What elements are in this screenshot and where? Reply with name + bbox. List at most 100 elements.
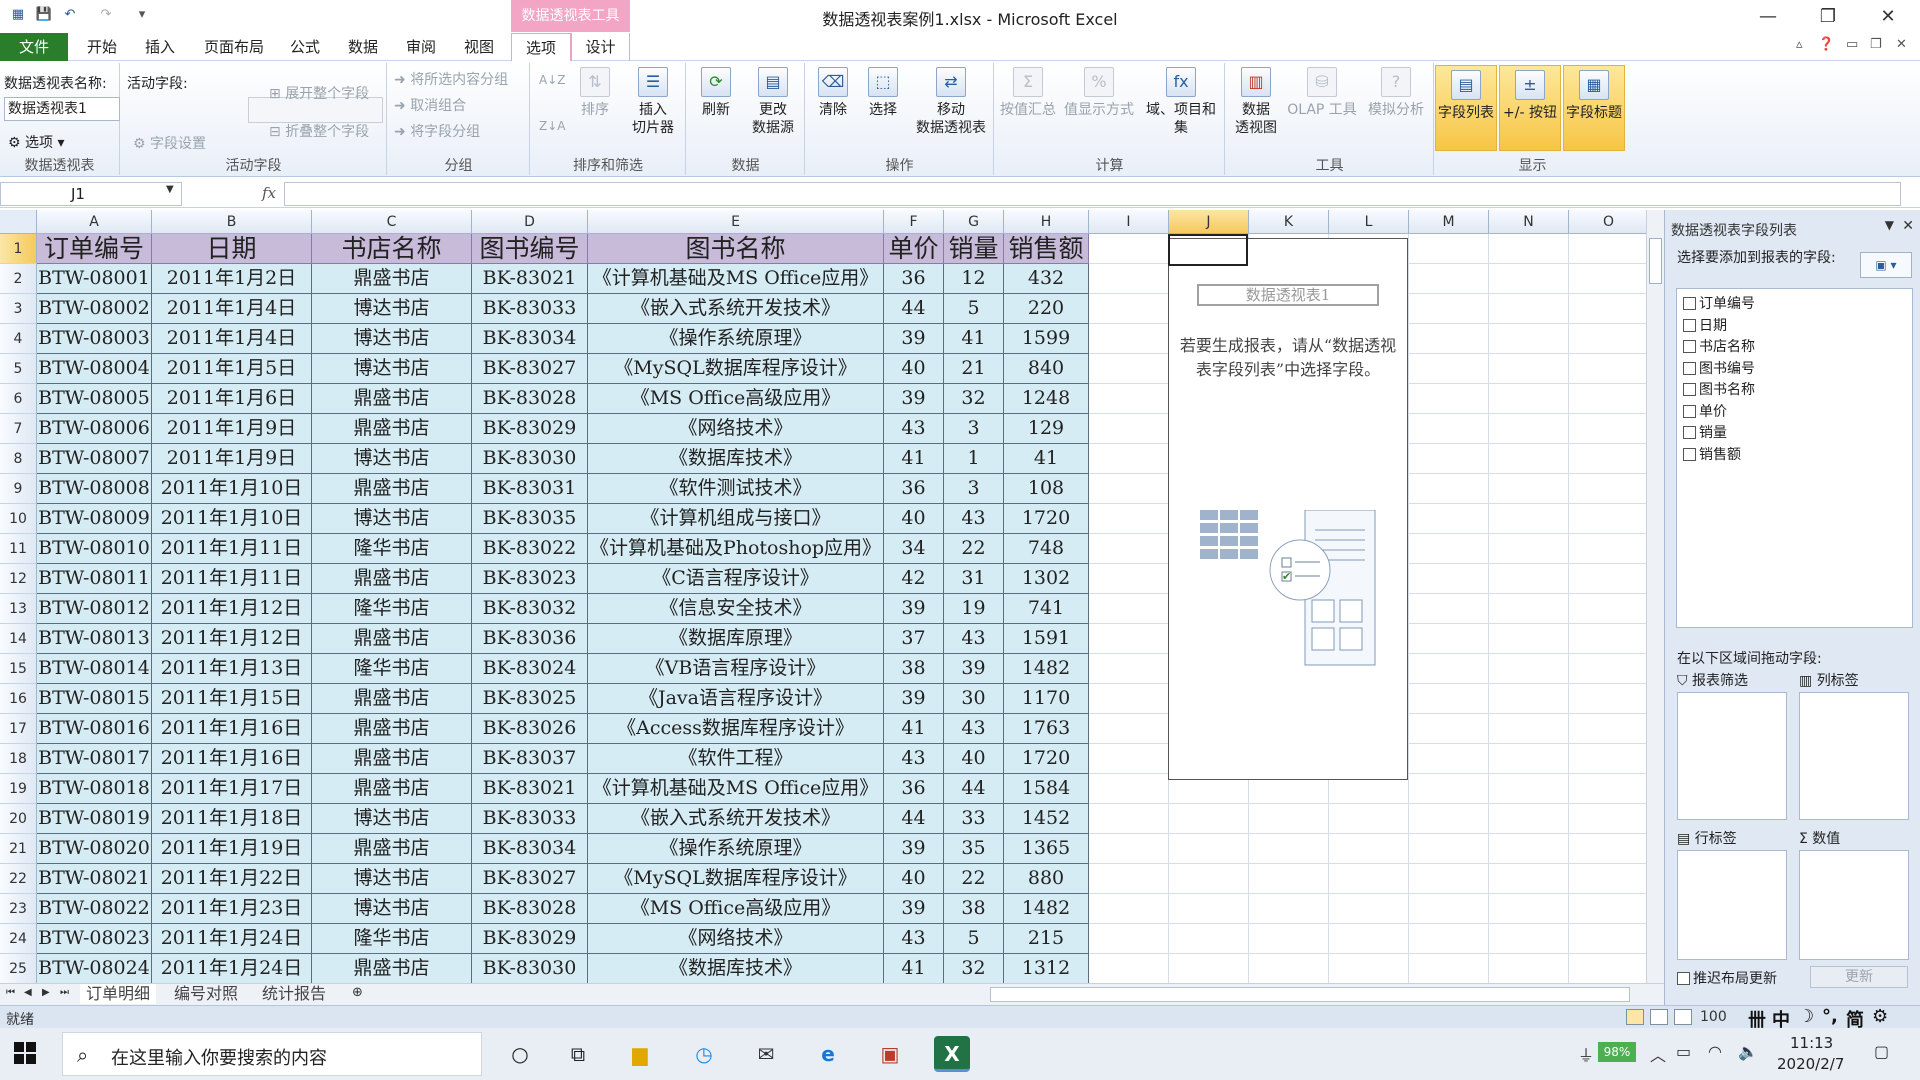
table-cell[interactable]: BTW-08001	[37, 264, 152, 294]
table-header-cell[interactable]: 销售额	[1004, 234, 1089, 264]
empty-cell[interactable]	[1409, 924, 1489, 954]
table-cell[interactable]: 22	[944, 864, 1004, 894]
table-cell[interactable]: 21	[944, 354, 1004, 384]
table-cell[interactable]: 鼎盛书店	[312, 834, 472, 864]
sort-button[interactable]: ⇅ 排序	[573, 67, 617, 119]
table-cell[interactable]: 5	[944, 294, 1004, 324]
table-cell[interactable]: BK-83034	[472, 834, 588, 864]
empty-cell[interactable]	[1089, 384, 1169, 414]
pivot-chart-button[interactable]: ▥ 数据 透视图	[1230, 67, 1282, 137]
table-cell[interactable]: BK-83030	[472, 444, 588, 474]
empty-cell[interactable]	[1089, 864, 1169, 894]
empty-cell[interactable]	[1569, 894, 1649, 924]
empty-cell[interactable]	[1409, 234, 1489, 264]
active-cell-cursor[interactable]	[1168, 234, 1248, 266]
row-header[interactable]: 15	[0, 654, 37, 684]
table-cell[interactable]: BK-83027	[472, 354, 588, 384]
empty-cell[interactable]	[1489, 954, 1569, 983]
sheet-tab-orders[interactable]: 订单明细	[80, 984, 157, 1004]
pivot-name-input[interactable]: 数据透视表1	[4, 97, 120, 121]
restore-button[interactable]: ❐	[1800, 2, 1856, 32]
empty-cell[interactable]	[1489, 804, 1569, 834]
table-cell[interactable]: 43	[884, 744, 944, 774]
empty-cell[interactable]	[1249, 954, 1329, 983]
notification-icon[interactable]: ▢	[1874, 1042, 1889, 1061]
empty-cell[interactable]	[1329, 864, 1409, 894]
empty-cell[interactable]	[1169, 804, 1249, 834]
field-headers-button[interactable]: ▦ 字段标题	[1563, 65, 1625, 151]
empty-cell[interactable]	[1089, 804, 1169, 834]
table-cell[interactable]: 39	[884, 834, 944, 864]
empty-cell[interactable]	[1089, 324, 1169, 354]
empty-cell[interactable]	[1569, 414, 1649, 444]
table-cell[interactable]: 1584	[1004, 774, 1089, 804]
empty-cell[interactable]	[1569, 444, 1649, 474]
empty-cell[interactable]	[1489, 294, 1569, 324]
field-list-button[interactable]: ▤ 字段列表	[1435, 65, 1497, 151]
empty-cell[interactable]	[1569, 924, 1649, 954]
empty-cell[interactable]	[1569, 684, 1649, 714]
prev-sheet-icon[interactable]: ◀	[24, 987, 32, 998]
table-cell[interactable]: 1720	[1004, 504, 1089, 534]
clear-button[interactable]: ⌫ 清除	[810, 67, 856, 119]
tab-view[interactable]: 视图	[456, 33, 502, 61]
table-cell[interactable]: 2011年1月12日	[152, 624, 312, 654]
empty-cell[interactable]	[1569, 954, 1649, 983]
table-cell[interactable]: 41	[944, 324, 1004, 354]
table-cell[interactable]: 《MySQL数据库程序设计》	[588, 864, 884, 894]
column-header[interactable]: B	[152, 210, 312, 234]
empty-cell[interactable]	[1409, 684, 1489, 714]
normal-view-icon[interactable]	[1626, 1009, 1644, 1025]
table-cell[interactable]: 2011年1月13日	[152, 654, 312, 684]
table-cell[interactable]: 39	[884, 594, 944, 624]
table-cell[interactable]: 32	[944, 384, 1004, 414]
table-header-cell[interactable]: 图书名称	[588, 234, 884, 264]
table-cell[interactable]: 43	[884, 414, 944, 444]
table-cell[interactable]: 2011年1月2日	[152, 264, 312, 294]
taskbar-search-box[interactable]: ⌕ 在这里输入你要搜索的内容	[62, 1032, 482, 1076]
empty-cell[interactable]	[1089, 534, 1169, 564]
column-header[interactable]: A	[37, 210, 152, 234]
table-header-cell[interactable]: 单价	[884, 234, 944, 264]
table-cell[interactable]: 40	[944, 744, 1004, 774]
page-layout-view-icon[interactable]	[1650, 1009, 1668, 1025]
table-cell[interactable]: 《网络技术》	[588, 414, 884, 444]
table-cell[interactable]: 108	[1004, 474, 1089, 504]
row-header[interactable]: 22	[0, 864, 37, 894]
empty-cell[interactable]	[1409, 504, 1489, 534]
next-sheet-icon[interactable]: ▶	[42, 987, 50, 998]
row-header[interactable]: 6	[0, 384, 37, 414]
table-cell[interactable]: 38	[944, 894, 1004, 924]
table-cell[interactable]: 《嵌入式系统开发技术》	[588, 804, 884, 834]
empty-cell[interactable]	[1089, 774, 1169, 804]
empty-cell[interactable]	[1089, 594, 1169, 624]
vertical-scroll-thumb[interactable]	[1649, 238, 1662, 284]
tab-options[interactable]: 选项	[511, 33, 571, 62]
empty-cell[interactable]	[1409, 654, 1489, 684]
table-cell[interactable]: 《软件测试技术》	[588, 474, 884, 504]
empty-cell[interactable]	[1489, 864, 1569, 894]
row-header[interactable]: 23	[0, 894, 37, 924]
empty-cell[interactable]	[1409, 594, 1489, 624]
column-header[interactable]: F	[884, 210, 944, 234]
first-sheet-icon[interactable]: ⏮	[6, 987, 15, 998]
minimize-button[interactable]: —	[1740, 2, 1796, 32]
empty-cell[interactable]	[1089, 414, 1169, 444]
table-cell[interactable]: 41	[884, 954, 944, 983]
table-cell[interactable]: 19	[944, 594, 1004, 624]
save-icon[interactable]: 💾	[34, 5, 54, 25]
excel-taskbar-icon[interactable]: X	[934, 1036, 970, 1072]
empty-cell[interactable]	[1409, 324, 1489, 354]
tab-review[interactable]: 审阅	[398, 33, 444, 61]
table-cell[interactable]: 1365	[1004, 834, 1089, 864]
table-header-cell[interactable]: 订单编号	[37, 234, 152, 264]
table-cell[interactable]: BK-83028	[472, 384, 588, 414]
formula-input[interactable]	[284, 182, 1901, 206]
table-cell[interactable]: 《操作系统原理》	[588, 324, 884, 354]
table-cell[interactable]: BTW-08006	[37, 414, 152, 444]
field-checkbox-item[interactable]: 日期	[1683, 315, 1727, 335]
pane-close-icon[interactable]: ✕	[1902, 218, 1914, 234]
table-cell[interactable]: BTW-08004	[37, 354, 152, 384]
table-cell[interactable]: BTW-08020	[37, 834, 152, 864]
table-cell[interactable]: 《数据库原理》	[588, 624, 884, 654]
